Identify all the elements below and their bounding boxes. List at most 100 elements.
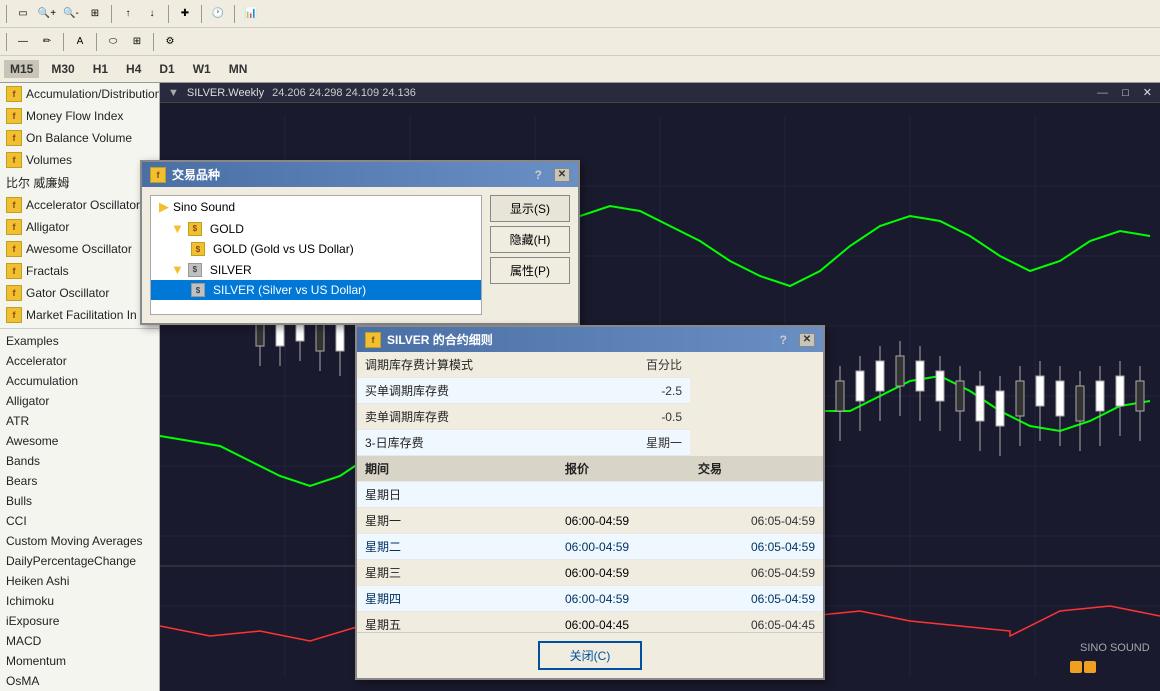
indicator-item[interactable]: iExposure <box>0 611 159 631</box>
symbol-tree-gold-item[interactable]: $ GOLD (Gold vs US Dollar) <box>151 239 481 259</box>
indicator-item[interactable]: Accelerator <box>0 351 159 371</box>
indicator-item[interactable]: f Alligator <box>0 216 159 238</box>
text-icon[interactable]: A <box>70 32 90 52</box>
tf-h4[interactable]: H4 <box>120 60 147 78</box>
pencil-icon[interactable]: ✏ <box>37 32 57 52</box>
tf-m30[interactable]: M30 <box>45 60 80 78</box>
contract-close-button[interactable]: 关闭(C) <box>538 641 643 670</box>
chart-down-icon[interactable]: ↓ <box>142 4 162 24</box>
chart-minimize-icon[interactable]: — <box>1097 87 1108 99</box>
indicator-icon: f <box>6 263 22 279</box>
contract-close-btn[interactable]: ✕ <box>799 333 815 347</box>
indicator-item[interactable]: Momentum <box>0 651 159 671</box>
ellipse-icon[interactable]: ⬭ <box>103 32 123 52</box>
contract-footer: 关闭(C) <box>357 632 823 678</box>
tree-item-label: GOLD <box>210 222 244 236</box>
chart-header: ▼ SILVER.Weekly 24.206 24.298 24.109 24.… <box>160 83 1160 103</box>
indicator-item[interactable]: OsMA <box>0 671 159 691</box>
indicator-item[interactable]: f Accelerator Oscillator <box>0 194 159 216</box>
properties-button[interactable]: 属性(P) <box>490 257 570 284</box>
indicator-item[interactable]: Ichimoku <box>0 591 159 611</box>
hide-button[interactable]: 隐藏(H) <box>490 226 570 253</box>
sep8 <box>96 33 97 51</box>
contract-dialog-titlebar[interactable]: f SILVER 的合约细则 ? ✕ <box>357 327 823 352</box>
folder-icon: ▼ <box>171 221 184 236</box>
symbol-tree-gold[interactable]: ▼ $ GOLD <box>151 218 481 239</box>
contract-dialog-icon: f <box>365 332 381 348</box>
clock-icon[interactable]: 🕐 <box>208 4 228 24</box>
symbol-tree-silver-item[interactable]: $ SILVER (Silver vs US Dollar) <box>151 280 481 300</box>
separator5 <box>234 5 235 23</box>
indicator-item[interactable]: Accumulation <box>0 371 159 391</box>
separator4 <box>201 5 202 23</box>
schedule-row-tuesday: 星期二 06:00-04:59 06:05-04:59 <box>357 534 823 560</box>
indicator-item[interactable]: Bulls <box>0 491 159 511</box>
contract-scroll-area[interactable]: 调期库存费计算模式 百分比 买单调期库存费 -2.5 卖单调期库存费 -0.5 … <box>357 352 823 632</box>
silver-icon: $ <box>191 283 205 297</box>
indicator-item[interactable]: f On Balance Volume <box>0 127 159 149</box>
indicator-item[interactable]: ATR <box>0 411 159 431</box>
trade-time <box>690 482 823 508</box>
schedule-row-monday: 星期一 06:00-04:59 06:05-04:59 <box>357 508 823 534</box>
chart-up-icon[interactable]: ↑ <box>118 4 138 24</box>
day-label: 星期二 <box>357 534 557 560</box>
symbol-dialog-titlebar[interactable]: f 交易品种 ? ✕ <box>142 162 578 187</box>
schedule-col-period: 期间 <box>357 456 557 482</box>
chart-prices: 24.206 24.298 24.109 24.136 <box>272 87 416 99</box>
trade-time: 06:05-04:59 <box>690 560 823 586</box>
indicator-item[interactable]: CCI <box>0 511 159 531</box>
indicator-item[interactable]: f Gator Oscillator <box>0 282 159 304</box>
indicator-item[interactable]: f Fractals <box>0 260 159 282</box>
add-indicator-icon[interactable]: ✚ <box>175 4 195 24</box>
tf-mn[interactable]: MN <box>223 60 254 78</box>
indicator-item[interactable]: DailyPercentageChange <box>0 551 159 571</box>
table-row: 卖单调期库存费 -0.5 <box>357 404 823 430</box>
day-label: 星期四 <box>357 586 557 612</box>
indicator-bilwilliams[interactable]: 比尔 威廉姆 <box>0 171 159 194</box>
zoom-out-icon[interactable]: 🔍- <box>61 4 81 24</box>
chart-close-icon[interactable]: ✕ <box>1143 86 1152 99</box>
indicator-icon: f <box>6 130 22 146</box>
tree-item-label: SILVER (Silver vs US Dollar) <box>213 283 366 297</box>
tf-m15[interactable]: M15 <box>4 60 39 78</box>
schedule-col-quote: 报价 <box>557 456 690 482</box>
indicator-item[interactable]: Heiken Ashi <box>0 571 159 591</box>
indicator-item[interactable]: f Money Flow Index <box>0 105 159 127</box>
chart-grid-icon[interactable]: ⊞ <box>85 4 105 24</box>
indicator-item[interactable]: MACD <box>0 631 159 651</box>
show-button[interactable]: 显示(S) <box>490 195 570 222</box>
indicator-item[interactable]: Awesome <box>0 431 159 451</box>
tf-w1[interactable]: W1 <box>187 60 217 78</box>
indicator-market-facilitation[interactable]: f Market Facilitation In <box>0 304 159 326</box>
new-chart-icon[interactable]: ▭ <box>13 4 33 24</box>
indicator-item[interactable]: Alligator <box>0 391 159 411</box>
sep6 <box>6 33 7 51</box>
tf-h1[interactable]: H1 <box>87 60 114 78</box>
symbol-help-btn[interactable]: ? <box>535 168 542 182</box>
indicator-item[interactable]: f Awesome Oscillator <box>0 238 159 260</box>
tree-item-label: GOLD (Gold vs US Dollar) <box>213 242 354 256</box>
indicator-item[interactable]: Bears <box>0 471 159 491</box>
indicator-item[interactable]: f Accumulation/Distribution <box>0 83 159 105</box>
tf-d1[interactable]: D1 <box>153 60 180 78</box>
contract-help-btn[interactable]: ? <box>780 333 787 347</box>
symbol-tree[interactable]: ▶ Sino Sound ▼ $ GOLD $ GOLD (Gold vs US… <box>150 195 482 315</box>
indicator-examples[interactable]: Examples <box>0 331 159 351</box>
line-tool-icon[interactable]: — <box>13 32 33 52</box>
indicator-item[interactable]: f Volumes <box>0 149 159 171</box>
settings-icon[interactable]: ⚙ <box>160 32 180 52</box>
symbol-close-btn[interactable]: ✕ <box>554 168 570 182</box>
symbol-tree-root[interactable]: ▶ Sino Sound <box>151 196 481 218</box>
indicator-item[interactable]: Custom Moving Averages <box>0 531 159 551</box>
zoom-in-icon[interactable]: 🔍+ <box>37 4 57 24</box>
symbol-tree-silver[interactable]: ▼ $ SILVER <box>151 259 481 280</box>
objects-icon[interactable]: ⊞ <box>127 32 147 52</box>
chart-maximize-icon[interactable]: □ <box>1122 87 1129 99</box>
row-label: 买单调期库存费 <box>357 378 557 404</box>
chart-dropdown-icon[interactable]: ▼ <box>168 87 179 99</box>
sep7 <box>63 33 64 51</box>
chart-type-icon[interactable]: 📊 <box>241 4 261 24</box>
indicator-item[interactable]: Bands <box>0 451 159 471</box>
indicator-icon: f <box>6 307 22 323</box>
toolbar-row-1: ▭ 🔍+ 🔍- ⊞ ↑ ↓ ✚ 🕐 📊 <box>0 0 1160 28</box>
